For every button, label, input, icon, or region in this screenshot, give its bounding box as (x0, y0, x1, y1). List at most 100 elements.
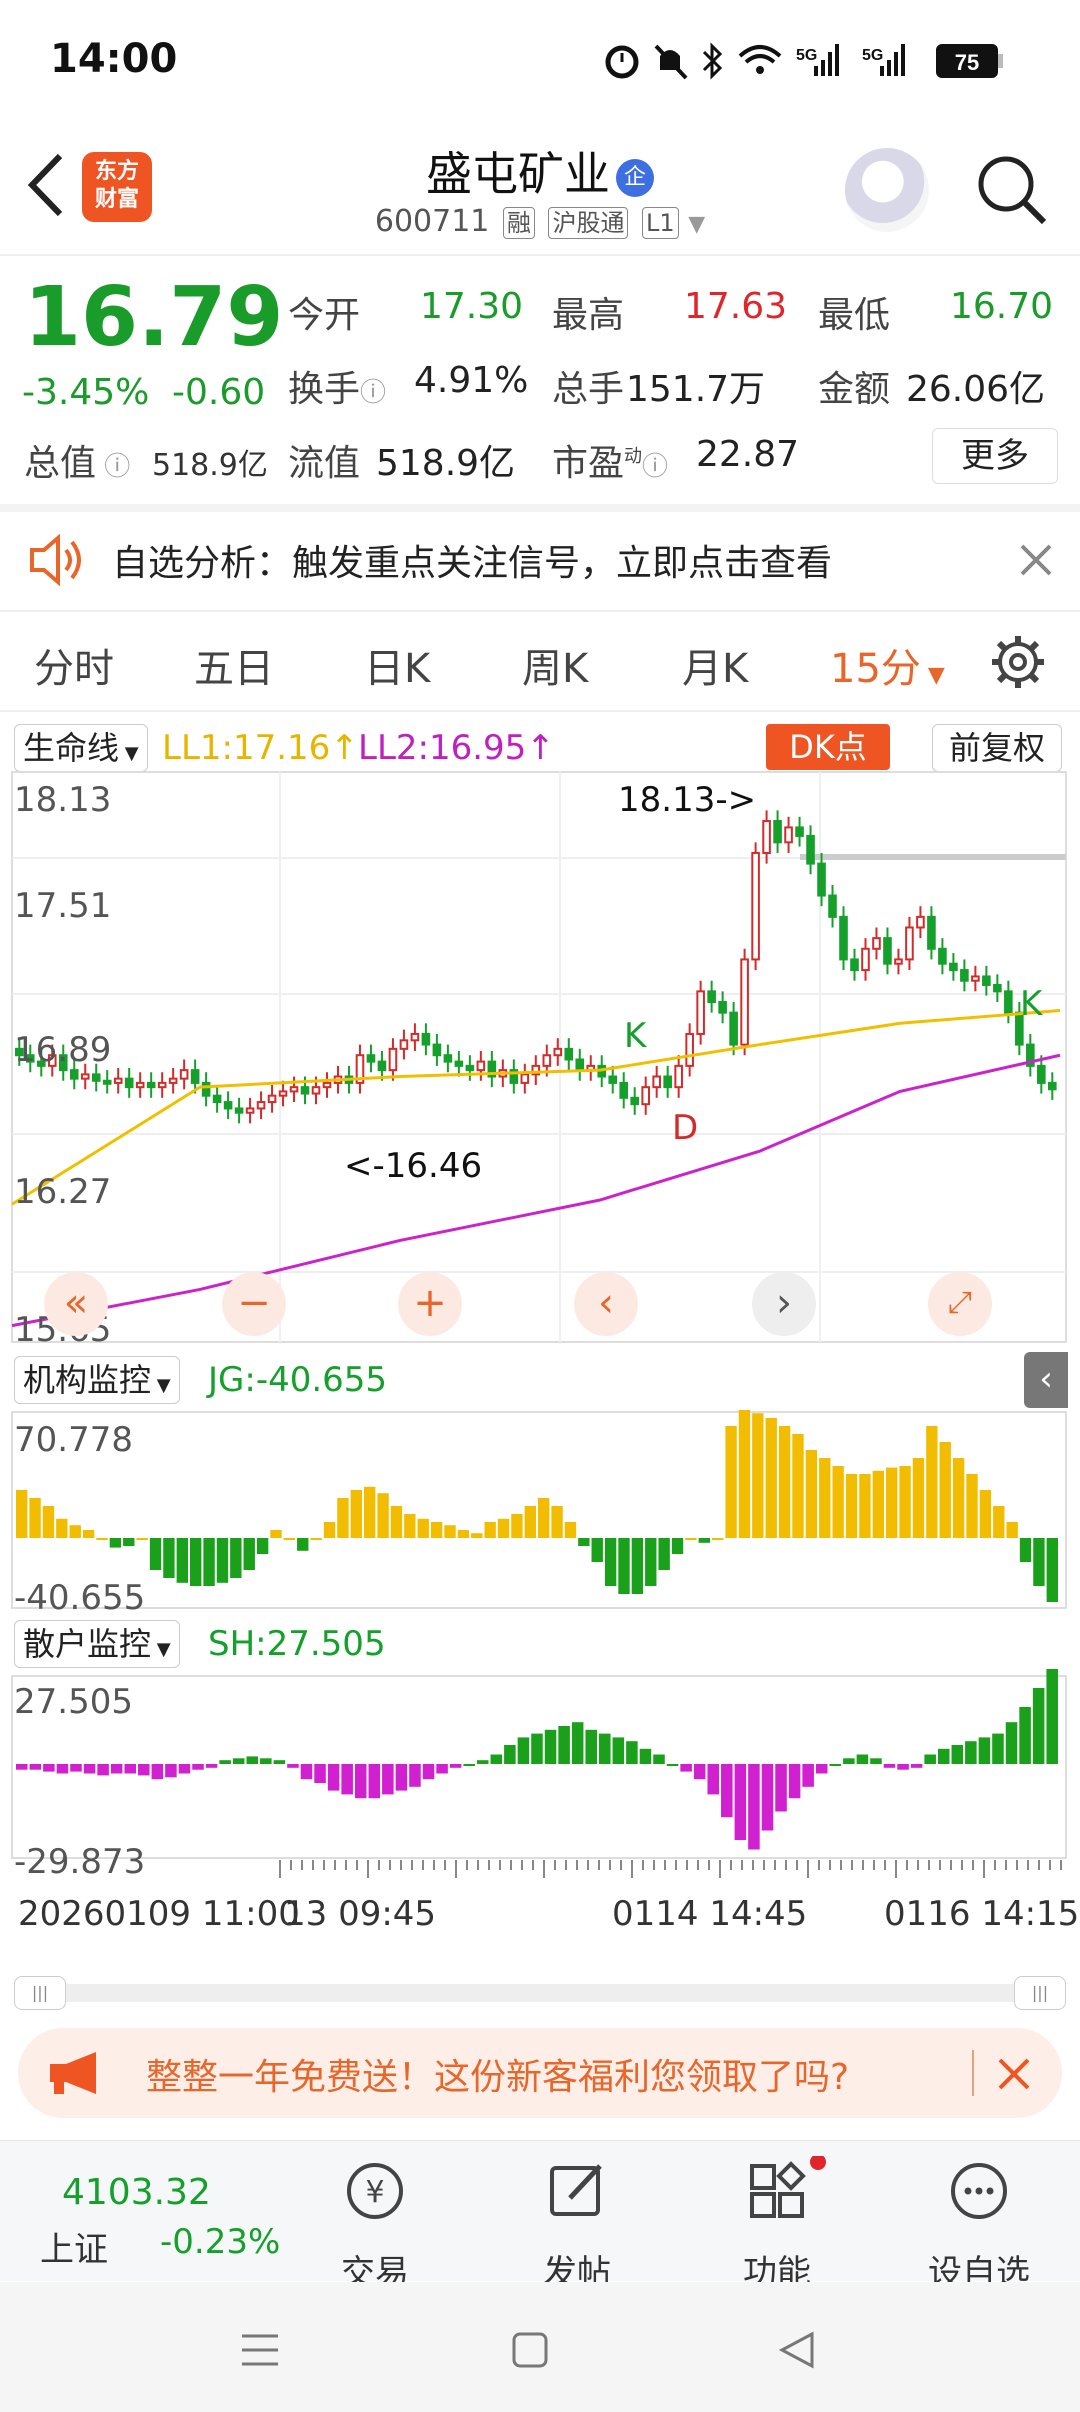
sh-bar (843, 1758, 855, 1764)
fullscreen-icon[interactable]: ⤢ (928, 1272, 992, 1336)
candle-body (366, 1054, 376, 1063)
high-marker: 18.13-> (618, 780, 757, 820)
sh-bar (897, 1764, 909, 1770)
prev-button[interactable]: ‹ (574, 1272, 638, 1336)
jg-bar (149, 1538, 162, 1570)
jg-bar (82, 1530, 95, 1538)
home-icon[interactable] (510, 2330, 550, 2370)
jg-bar (939, 1442, 951, 1538)
next-button[interactable]: › (752, 1272, 816, 1336)
sh-select[interactable]: 散户监控 ▼ (14, 1620, 180, 1668)
jg-bar (404, 1514, 416, 1538)
candle-body (179, 1069, 189, 1080)
range-scrollbar[interactable] (14, 1984, 1064, 2002)
jg-bar (230, 1538, 242, 1578)
close-icon[interactable] (1016, 540, 1056, 580)
sh-bar (517, 1737, 530, 1764)
low-value: 16.70 (950, 286, 1054, 327)
candle-body (982, 975, 991, 986)
more-button[interactable]: 更多 (932, 428, 1058, 484)
sh-bar (273, 1760, 286, 1764)
candle-body (223, 1101, 233, 1110)
side-panel-toggle[interactable]: ‹ (1024, 1352, 1068, 1408)
alert-banner[interactable]: 自选分析：触发重点关注信号，立即点击查看 (0, 510, 1080, 610)
jg-bar (1019, 1538, 1032, 1562)
jg-bar (243, 1538, 255, 1570)
sh-bar (192, 1764, 204, 1770)
sh-bar (937, 1748, 950, 1764)
candle-body (751, 851, 760, 961)
tab-weekly-k[interactable]: 周K (522, 636, 588, 694)
sh-top: 27.505 (14, 1682, 133, 1722)
battery-icon: 75 (936, 44, 1003, 78)
divider (972, 2050, 974, 2096)
candle-body (377, 1060, 387, 1072)
change-pct: -3.45% (22, 372, 150, 413)
tab-daily-k[interactable]: 日K (364, 636, 430, 694)
sh-bar (56, 1764, 69, 1774)
robot-avatar[interactable] (845, 148, 929, 232)
sh-bar (734, 1764, 747, 1840)
tab-intraday[interactable]: 分时 (34, 636, 114, 694)
jg-select[interactable]: 机构监控 ▼ (14, 1356, 180, 1404)
more-options-icon[interactable] (946, 2158, 1012, 2224)
candle-body (927, 915, 936, 950)
enterprise-badge: 企 (616, 158, 654, 197)
tag-connect: 沪股通 (548, 207, 629, 239)
back-nav-icon[interactable] (776, 2330, 816, 2370)
rewind-button[interactable]: « (44, 1272, 108, 1336)
tab-five-day[interactable]: 五日 (194, 636, 274, 694)
sh-bar (354, 1764, 367, 1799)
kline-chart[interactable] (0, 712, 1080, 1982)
sh-bar (138, 1764, 150, 1776)
jg-bar (1046, 1538, 1058, 1602)
jg-bar (497, 1518, 510, 1538)
candle-body (1004, 990, 1013, 1014)
post-icon[interactable] (544, 2158, 610, 2224)
sh-bar (368, 1764, 381, 1799)
promo-banner[interactable]: 整整一年免费送！这份新客福利您领取了吗? (18, 2028, 1062, 2118)
mute-icon (654, 44, 688, 80)
amount-value: 26.06亿 (906, 369, 1046, 410)
trade-icon[interactable]: ¥ (342, 2158, 408, 2224)
jg-bar (979, 1490, 992, 1538)
candle-body (685, 1032, 694, 1067)
candle-body (729, 1011, 738, 1046)
jg-bar (819, 1458, 831, 1538)
volume-label: 总手 (552, 369, 625, 410)
settings-icon[interactable] (990, 634, 1046, 690)
low-marker: <-16.46 (344, 1146, 483, 1186)
jg-bar (377, 1493, 389, 1538)
sh-bar (504, 1745, 516, 1764)
total-mv-value: 518.9亿 (152, 448, 268, 483)
jg-bar (993, 1506, 1005, 1538)
signal-5g-icon-1: 5G (796, 44, 839, 76)
turnover-label: 换手ⓘ (288, 369, 387, 410)
functions-icon[interactable] (746, 2156, 826, 2224)
sh-bar (639, 1748, 652, 1764)
pe-label: 市盈动ⓘ (552, 443, 669, 484)
sh-bar (16, 1764, 28, 1770)
search-icon[interactable] (974, 152, 1050, 228)
sh-bar (382, 1764, 394, 1795)
candle-body (124, 1077, 134, 1089)
tab-monthly-k[interactable]: 月K (682, 636, 748, 694)
range-handle-right[interactable]: ||| (1014, 1976, 1066, 2010)
menu-icon[interactable] (240, 2332, 280, 2368)
jg-top: 70.778 (14, 1420, 133, 1460)
zoom-out-button[interactable]: − (222, 1272, 286, 1336)
sh-bar (870, 1758, 882, 1764)
candle-body (113, 1077, 123, 1084)
candle-body (674, 1064, 683, 1089)
zoom-in-button[interactable]: + (398, 1272, 462, 1336)
index-value[interactable]: 4103.32 (62, 2172, 211, 2213)
float-mv-value: 518.9亿 (376, 443, 516, 484)
sh-bar (29, 1764, 42, 1770)
jg-bar (457, 1530, 470, 1538)
range-handle-left[interactable]: ||| (14, 1976, 66, 2010)
sh-bottom: -29.873 (14, 1842, 146, 1882)
candle-body (630, 1096, 640, 1106)
tab-15min[interactable]: 15分 ▼ (830, 636, 945, 694)
close-icon[interactable] (994, 2054, 1034, 2094)
sh-bar (43, 1764, 55, 1772)
